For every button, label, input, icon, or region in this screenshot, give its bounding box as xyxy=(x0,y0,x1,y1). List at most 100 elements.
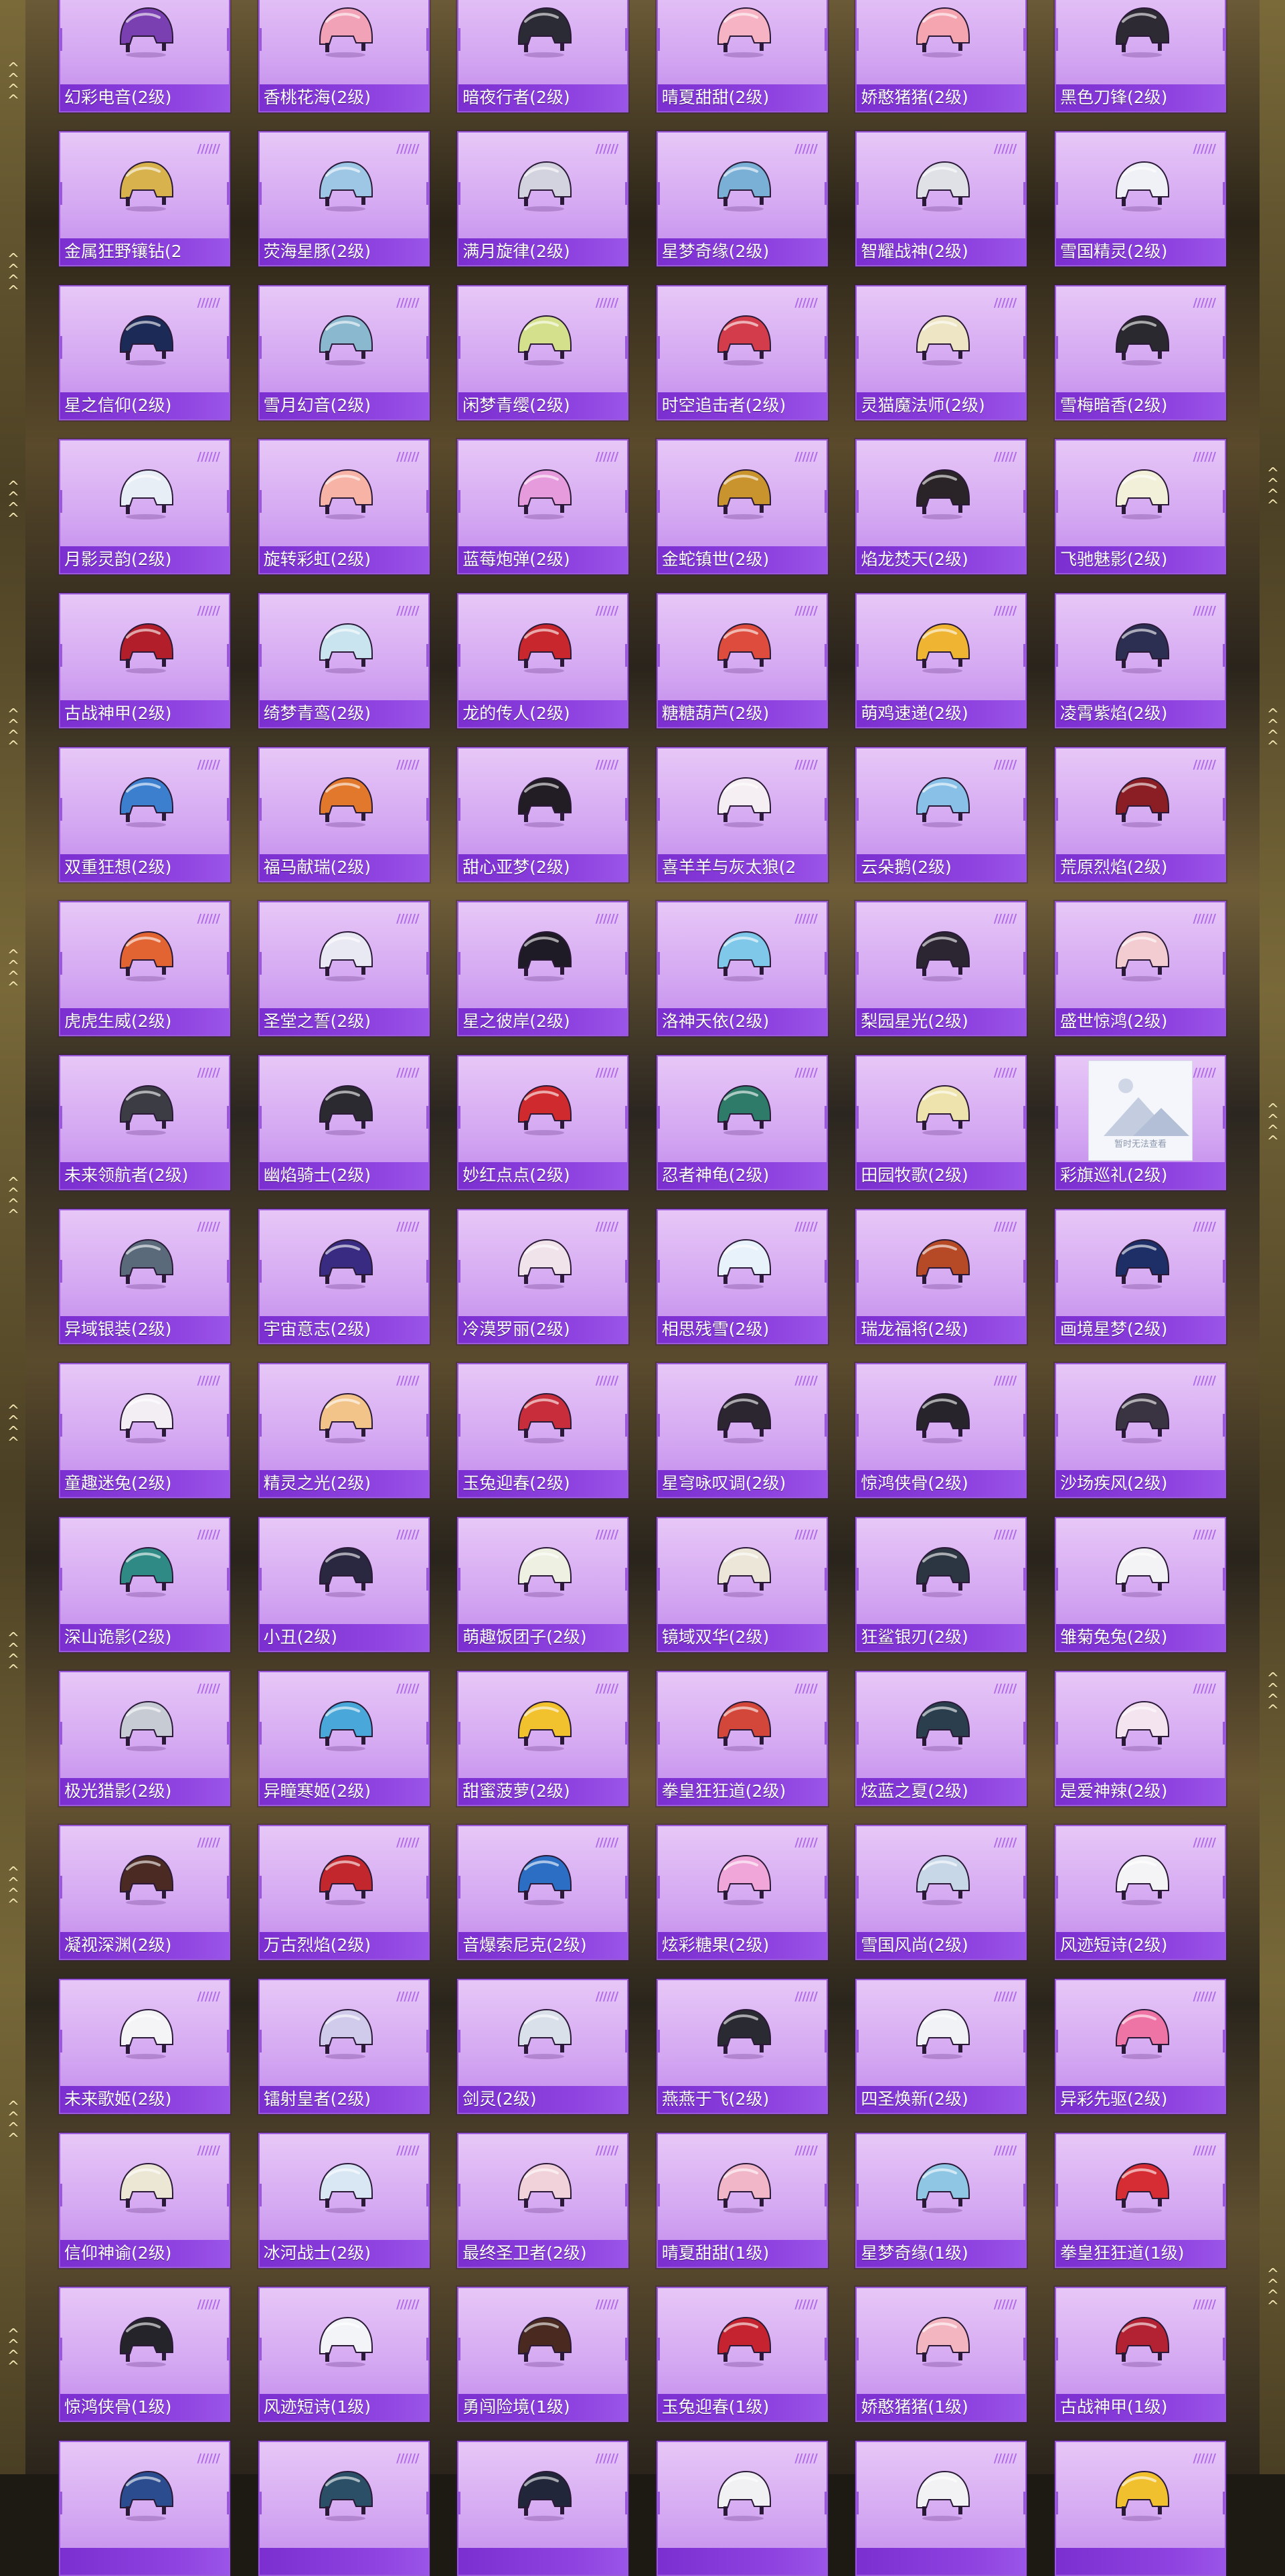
helmet-card[interactable]: ////// 晴夏甜甜(2级) xyxy=(656,0,828,112)
helmet-card[interactable]: ////// 暗夜行者(2级) xyxy=(457,0,629,112)
helmet-card[interactable]: ////// 满月旋律(2级) xyxy=(457,131,629,266)
helmet-card[interactable]: ////// xyxy=(1054,2441,1226,2576)
helmet-card[interactable]: ////// 异瞳寒姬(2级) xyxy=(258,1671,430,1806)
helmet-card[interactable]: ////// 云朵鹅(2级) xyxy=(855,747,1027,882)
helmet-card[interactable]: ////// 雏菊兔兔(2级) xyxy=(1054,1517,1226,1652)
helmet-card[interactable]: ////// 星之信仰(2级) xyxy=(59,285,230,420)
helmet-card[interactable]: ////// 童趣迷兔(2级) xyxy=(59,1363,230,1498)
helmet-card[interactable]: ////// 音爆索尼克(2级) xyxy=(457,1825,629,1960)
helmet-card[interactable]: ////// 星梦奇缘(2级) xyxy=(656,131,828,266)
helmet-card[interactable]: ////// 风迹短诗(2级) xyxy=(1054,1825,1226,1960)
helmet-card[interactable]: ////// 狂鲨银刃(2级) xyxy=(855,1517,1027,1652)
helmet-card[interactable]: ////// 深山诡影(2级) xyxy=(59,1517,230,1652)
helmet-card[interactable]: ////// 荒原烈焰(2级) xyxy=(1054,747,1226,882)
helmet-card[interactable]: ////// 田园牧歌(2级) xyxy=(855,1055,1027,1190)
helmet-card[interactable]: ////// 惊鸿侠骨(2级) xyxy=(855,1363,1027,1498)
helmet-card[interactable]: ////// 宇宙意志(2级) xyxy=(258,1209,430,1344)
helmet-card[interactable]: ////// 冰河战士(2级) xyxy=(258,2133,430,2268)
helmet-card[interactable]: ////// 瑞龙福将(2级) xyxy=(855,1209,1027,1344)
helmet-card[interactable]: ////// 忍者神龟(2级) xyxy=(656,1055,828,1190)
helmet-card[interactable]: ////// 盛世惊鸿(2级) xyxy=(1054,901,1226,1036)
helmet-card[interactable]: ////// 绮梦青鸾(2级) xyxy=(258,593,430,728)
helmet-card[interactable]: ////// 智耀战神(2级) xyxy=(855,131,1027,266)
helmet-card[interactable]: ////// 萌趣饭团子(2级) xyxy=(457,1517,629,1652)
helmet-card[interactable]: ////// 沙场疾风(2级) xyxy=(1054,1363,1226,1498)
helmet-card[interactable]: ////// 焰龙焚天(2级) xyxy=(855,439,1027,574)
helmet-card[interactable]: ////// xyxy=(656,2441,828,2576)
helmet-card[interactable]: ////// xyxy=(59,2441,230,2576)
helmet-card[interactable]: ////// 金属狂野镶钻(2 xyxy=(59,131,230,266)
helmet-card[interactable]: ////// 福马献瑞(2级) xyxy=(258,747,430,882)
helmet-card[interactable]: ////// 相思残雪(2级) xyxy=(656,1209,828,1344)
helmet-card[interactable]: ////// 荧海星豚(2级) xyxy=(258,131,430,266)
helmet-card[interactable]: ////// 画境星梦(2级) xyxy=(1054,1209,1226,1344)
helmet-card[interactable]: ////// 四圣焕新(2级) xyxy=(855,1979,1027,2114)
helmet-card[interactable]: ////// 精灵之光(2级) xyxy=(258,1363,430,1498)
helmet-card[interactable]: ////// 时空追击者(2级) xyxy=(656,285,828,420)
helmet-card[interactable]: ////// 月影灵韵(2级) xyxy=(59,439,230,574)
helmet-card[interactable]: ////// 雪梅暗香(2级) xyxy=(1054,285,1226,420)
helmet-card[interactable]: ////// 蓝莓炮弹(2级) xyxy=(457,439,629,574)
helmet-card[interactable]: ////// 星穹咏叹调(2级) xyxy=(656,1363,828,1498)
helmet-card[interactable]: ////// 未来领航者(2级) xyxy=(59,1055,230,1190)
helmet-card[interactable]: ////// 圣堂之誓(2级) xyxy=(258,901,430,1036)
helmet-card[interactable]: ////// 古战神甲(2级) xyxy=(59,593,230,728)
helmet-card[interactable]: ////// 凝视深渊(2级) xyxy=(59,1825,230,1960)
helmet-card[interactable]: ////// 燕燕于飞(2级) xyxy=(656,1979,828,2114)
helmet-card[interactable]: ////// 小丑(2级) xyxy=(258,1517,430,1652)
helmet-card[interactable]: ////// 极光猎影(2级) xyxy=(59,1671,230,1806)
helmet-card[interactable]: ////// 最终圣卫者(2级) xyxy=(457,2133,629,2268)
helmet-card[interactable]: ////// 镜域双华(2级) xyxy=(656,1517,828,1652)
helmet-card[interactable]: ////// 雪国风尚(2级) xyxy=(855,1825,1027,1960)
helmet-card[interactable]: ////// 雪月幻音(2级) xyxy=(258,285,430,420)
helmet-card[interactable]: ////// 炫蓝之夏(2级) xyxy=(855,1671,1027,1806)
helmet-card[interactable]: ////// 梨园星光(2级) xyxy=(855,901,1027,1036)
helmet-card[interactable]: ////// 黑色刀锋(2级) xyxy=(1054,0,1226,112)
helmet-card[interactable]: ////// 镭射皇者(2级) xyxy=(258,1979,430,2114)
helmet-card[interactable]: ////// 晴夏甜甜(1级) xyxy=(656,2133,828,2268)
helmet-card[interactable]: ////// 甜心亚梦(2级) xyxy=(457,747,629,882)
helmet-card[interactable]: ////// 幽焰骑士(2级) xyxy=(258,1055,430,1190)
helmet-card[interactable]: ////// 飞驰魅影(2级) xyxy=(1054,439,1226,574)
helmet-card[interactable]: ////// 龙的传人(2级) xyxy=(457,593,629,728)
helmet-card[interactable]: ////// 金蛇镇世(2级) xyxy=(656,439,828,574)
helmet-card[interactable]: ////// 暂时无法查看 彩旗巡礼(2级) xyxy=(1054,1055,1226,1190)
helmet-card[interactable]: ////// 拳皇狂狂道(2级) xyxy=(656,1671,828,1806)
helmet-card[interactable]: ////// 拳皇狂狂道(1级) xyxy=(1054,2133,1226,2268)
helmet-card[interactable]: ////// 异域银装(2级) xyxy=(59,1209,230,1344)
helmet-card[interactable]: ////// 双重狂想(2级) xyxy=(59,747,230,882)
helmet-card[interactable]: ////// 星梦奇缘(1级) xyxy=(855,2133,1027,2268)
helmet-card[interactable]: ////// 灵猫魔法师(2级) xyxy=(855,285,1027,420)
helmet-card[interactable]: ////// xyxy=(258,2441,430,2576)
helmet-card[interactable]: ////// 娇憨猪猪(2级) xyxy=(855,0,1027,112)
helmet-card[interactable]: ////// 糖糖葫芦(2级) xyxy=(656,593,828,728)
helmet-card[interactable]: ////// 炫彩糖果(2级) xyxy=(656,1825,828,1960)
helmet-card[interactable]: ////// 甜蜜菠萝(2级) xyxy=(457,1671,629,1806)
helmet-card[interactable]: ////// 妙红点点(2级) xyxy=(457,1055,629,1190)
helmet-card[interactable]: ////// 洛神天依(2级) xyxy=(656,901,828,1036)
helmet-card[interactable]: ////// 勇闯险境(1级) xyxy=(457,2287,629,2422)
helmet-card[interactable]: ////// xyxy=(457,2441,629,2576)
helmet-card[interactable]: ////// 万古烈焰(2级) xyxy=(258,1825,430,1960)
helmet-card[interactable]: ////// 娇憨猪猪(1级) xyxy=(855,2287,1027,2422)
helmet-card[interactable]: ////// 香桃花海(2级) xyxy=(258,0,430,112)
helmet-card[interactable]: ////// 旋转彩虹(2级) xyxy=(258,439,430,574)
helmet-card[interactable]: ////// 虎虎生威(2级) xyxy=(59,901,230,1036)
helmet-card[interactable]: ////// 玉兔迎春(1级) xyxy=(656,2287,828,2422)
helmet-card[interactable]: ////// 冷漠罗丽(2级) xyxy=(457,1209,629,1344)
helmet-card[interactable]: ////// 星之彼岸(2级) xyxy=(457,901,629,1036)
helmet-card[interactable]: ////// xyxy=(855,2441,1027,2576)
helmet-card[interactable]: ////// 喜羊羊与灰太狼(2 xyxy=(656,747,828,882)
helmet-card[interactable]: ////// 是爱神辣(2级) xyxy=(1054,1671,1226,1806)
helmet-card[interactable]: ////// 玉兔迎春(2级) xyxy=(457,1363,629,1498)
helmet-card[interactable]: ////// 剑灵(2级) xyxy=(457,1979,629,2114)
helmet-card[interactable]: ////// 异彩先驱(2级) xyxy=(1054,1979,1226,2114)
helmet-card[interactable]: ////// 萌鸡速递(2级) xyxy=(855,593,1027,728)
helmet-card[interactable]: ////// 未来歌姬(2级) xyxy=(59,1979,230,2114)
helmet-card[interactable]: ////// 信仰神谕(2级) xyxy=(59,2133,230,2268)
helmet-card[interactable]: ////// 雪国精灵(2级) xyxy=(1054,131,1226,266)
helmet-card[interactable]: ////// 凌霄紫焰(2级) xyxy=(1054,593,1226,728)
helmet-card[interactable]: ////// 古战神甲(1级) xyxy=(1054,2287,1226,2422)
helmet-card[interactable]: ////// 幻彩电音(2级) xyxy=(59,0,230,112)
helmet-card[interactable]: ////// 闲梦青缨(2级) xyxy=(457,285,629,420)
